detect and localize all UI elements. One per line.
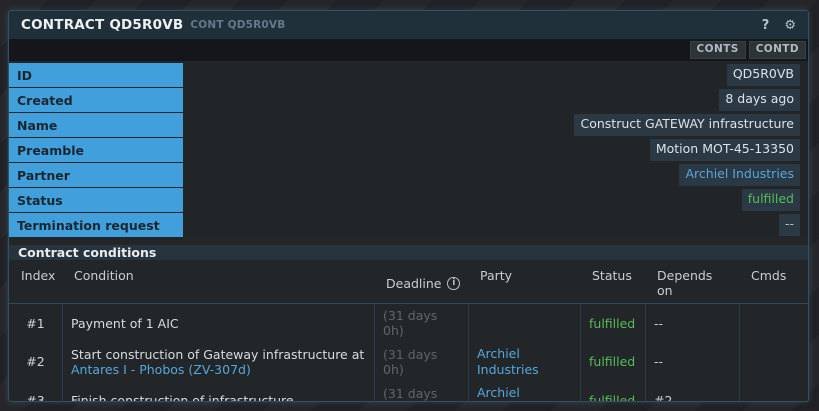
help-icon[interactable]: ? bbox=[762, 19, 770, 32]
condition-party bbox=[468, 304, 580, 342]
condition-status: fulfilled bbox=[580, 381, 645, 401]
contd-button[interactable]: CONTD bbox=[748, 41, 806, 59]
condition-description: Start construction of Gateway infrastruc… bbox=[71, 346, 365, 362]
contract-id-value: QD5R0VB bbox=[726, 64, 800, 86]
col-header-status: Status bbox=[580, 262, 645, 304]
conditions-table-body: #1 Payment of 1 AIC (31 days 0h) fulfill… bbox=[9, 304, 808, 402]
col-header-cmds: Cmds bbox=[739, 262, 808, 304]
detail-value-area: fulfilled bbox=[183, 188, 808, 212]
condition-deadline: (31 days 0h) bbox=[374, 304, 468, 342]
detail-value-area: Construct GATEWAY infrastructure bbox=[183, 113, 808, 137]
detail-label: Preamble bbox=[9, 138, 183, 162]
contract-conditions-header: Contract conditions bbox=[9, 245, 808, 260]
condition-depends-on: -- bbox=[645, 304, 739, 342]
preamble-value: Motion MOT-45-13350 bbox=[649, 139, 800, 161]
detail-value-area: Motion MOT-45-13350 bbox=[183, 138, 808, 162]
condition-deadline: (31 days 0h) bbox=[374, 381, 468, 401]
detail-label: ID bbox=[9, 63, 183, 87]
detail-label: Created bbox=[9, 88, 183, 112]
condition-cmds bbox=[739, 342, 808, 382]
condition-depends-on: -- bbox=[645, 342, 739, 382]
detail-label: Name bbox=[9, 113, 183, 137]
condition-text: Payment of 1 AIC bbox=[62, 304, 374, 342]
condition-index: #1 bbox=[26, 315, 45, 331]
location-link[interactable]: Antares I - Phobos (ZV-307d) bbox=[71, 362, 366, 377]
condition-status: fulfilled bbox=[580, 342, 645, 382]
condition-status: fulfilled bbox=[580, 304, 645, 342]
detail-label: Status bbox=[9, 188, 183, 212]
detail-row-termination: Termination request -- bbox=[9, 213, 808, 237]
detail-value-area: QD5R0VB bbox=[183, 63, 808, 87]
conditions-table: Index Condition Deadline i Party Status … bbox=[9, 262, 808, 402]
command-row: CONTS CONTD bbox=[9, 39, 808, 61]
detail-row-status: Status fulfilled bbox=[9, 188, 808, 212]
window-title: CONTRACT QD5R0VB bbox=[21, 17, 184, 33]
condition-depends-on: #2 bbox=[645, 381, 739, 401]
condition-row-3: #3 Finish construction of infrastructure… bbox=[9, 381, 808, 402]
conditions-table-header: Index Condition Deadline i Party Status … bbox=[9, 262, 808, 304]
detail-row-name: Name Construct GATEWAY infrastructure bbox=[9, 113, 808, 137]
partner-link[interactable]: Archiel Industries bbox=[679, 164, 800, 186]
party-link[interactable]: Archiel Industries bbox=[468, 342, 580, 382]
contract-window: CONTRACT QD5R0VB CONT QD5R0VB ? ⚙ CONTS … bbox=[8, 10, 809, 402]
termination-request-value: -- bbox=[778, 214, 800, 236]
contract-details: ID QD5R0VB Created 8 days ago Name Const… bbox=[9, 63, 808, 238]
col-header-party: Party bbox=[468, 262, 580, 304]
condition-description: Payment of 1 AIC bbox=[71, 315, 179, 331]
detail-row-preamble: Preamble Motion MOT-45-13350 bbox=[9, 138, 808, 162]
col-header-depends-on: Depends on bbox=[645, 262, 739, 304]
detail-value-area: Archiel Industries bbox=[183, 163, 808, 187]
condition-cmds bbox=[739, 304, 808, 342]
detail-row-id: ID QD5R0VB bbox=[9, 63, 808, 87]
deadline-header-label: Deadline bbox=[386, 275, 442, 291]
contract-name-value: Construct GATEWAY infrastructure bbox=[574, 114, 800, 136]
col-header-index: Index bbox=[9, 262, 62, 304]
condition-text: Start construction of Gateway infrastruc… bbox=[62, 342, 374, 382]
detail-row-partner: Partner Archiel Industries bbox=[9, 163, 808, 187]
created-value: 8 days ago bbox=[719, 89, 800, 111]
col-header-deadline: Deadline i bbox=[374, 262, 468, 304]
condition-text: Finish construction of infrastructure bbox=[62, 381, 374, 402]
detail-label: Partner bbox=[9, 163, 183, 187]
window-subtitle: CONT QD5R0VB bbox=[190, 19, 286, 31]
detail-value-area: -- bbox=[183, 213, 808, 237]
col-header-condition: Condition bbox=[62, 262, 374, 304]
detail-value-area: 8 days ago bbox=[183, 88, 808, 112]
condition-cmds bbox=[739, 381, 808, 401]
detail-row-created: Created 8 days ago bbox=[9, 88, 808, 112]
party-link[interactable]: Archiel Industries bbox=[468, 381, 580, 401]
conts-button[interactable]: CONTS bbox=[689, 41, 746, 59]
condition-row-1: #1 Payment of 1 AIC (31 days 0h) fulfill… bbox=[9, 304, 808, 342]
condition-index: #2 bbox=[26, 354, 45, 370]
detail-label: Termination request bbox=[9, 213, 183, 237]
gear-icon[interactable]: ⚙ bbox=[784, 19, 796, 32]
title-bar: CONTRACT QD5R0VB CONT QD5R0VB ? ⚙ bbox=[9, 11, 808, 39]
status-badge: fulfilled bbox=[741, 189, 800, 211]
condition-description: Finish construction of infrastructure bbox=[71, 393, 294, 402]
info-icon[interactable]: i bbox=[447, 276, 460, 290]
condition-deadline: (31 days 0h) bbox=[374, 342, 468, 382]
condition-row-2: #2 Start construction of Gateway infrast… bbox=[9, 342, 808, 382]
condition-index: #3 bbox=[26, 393, 45, 402]
